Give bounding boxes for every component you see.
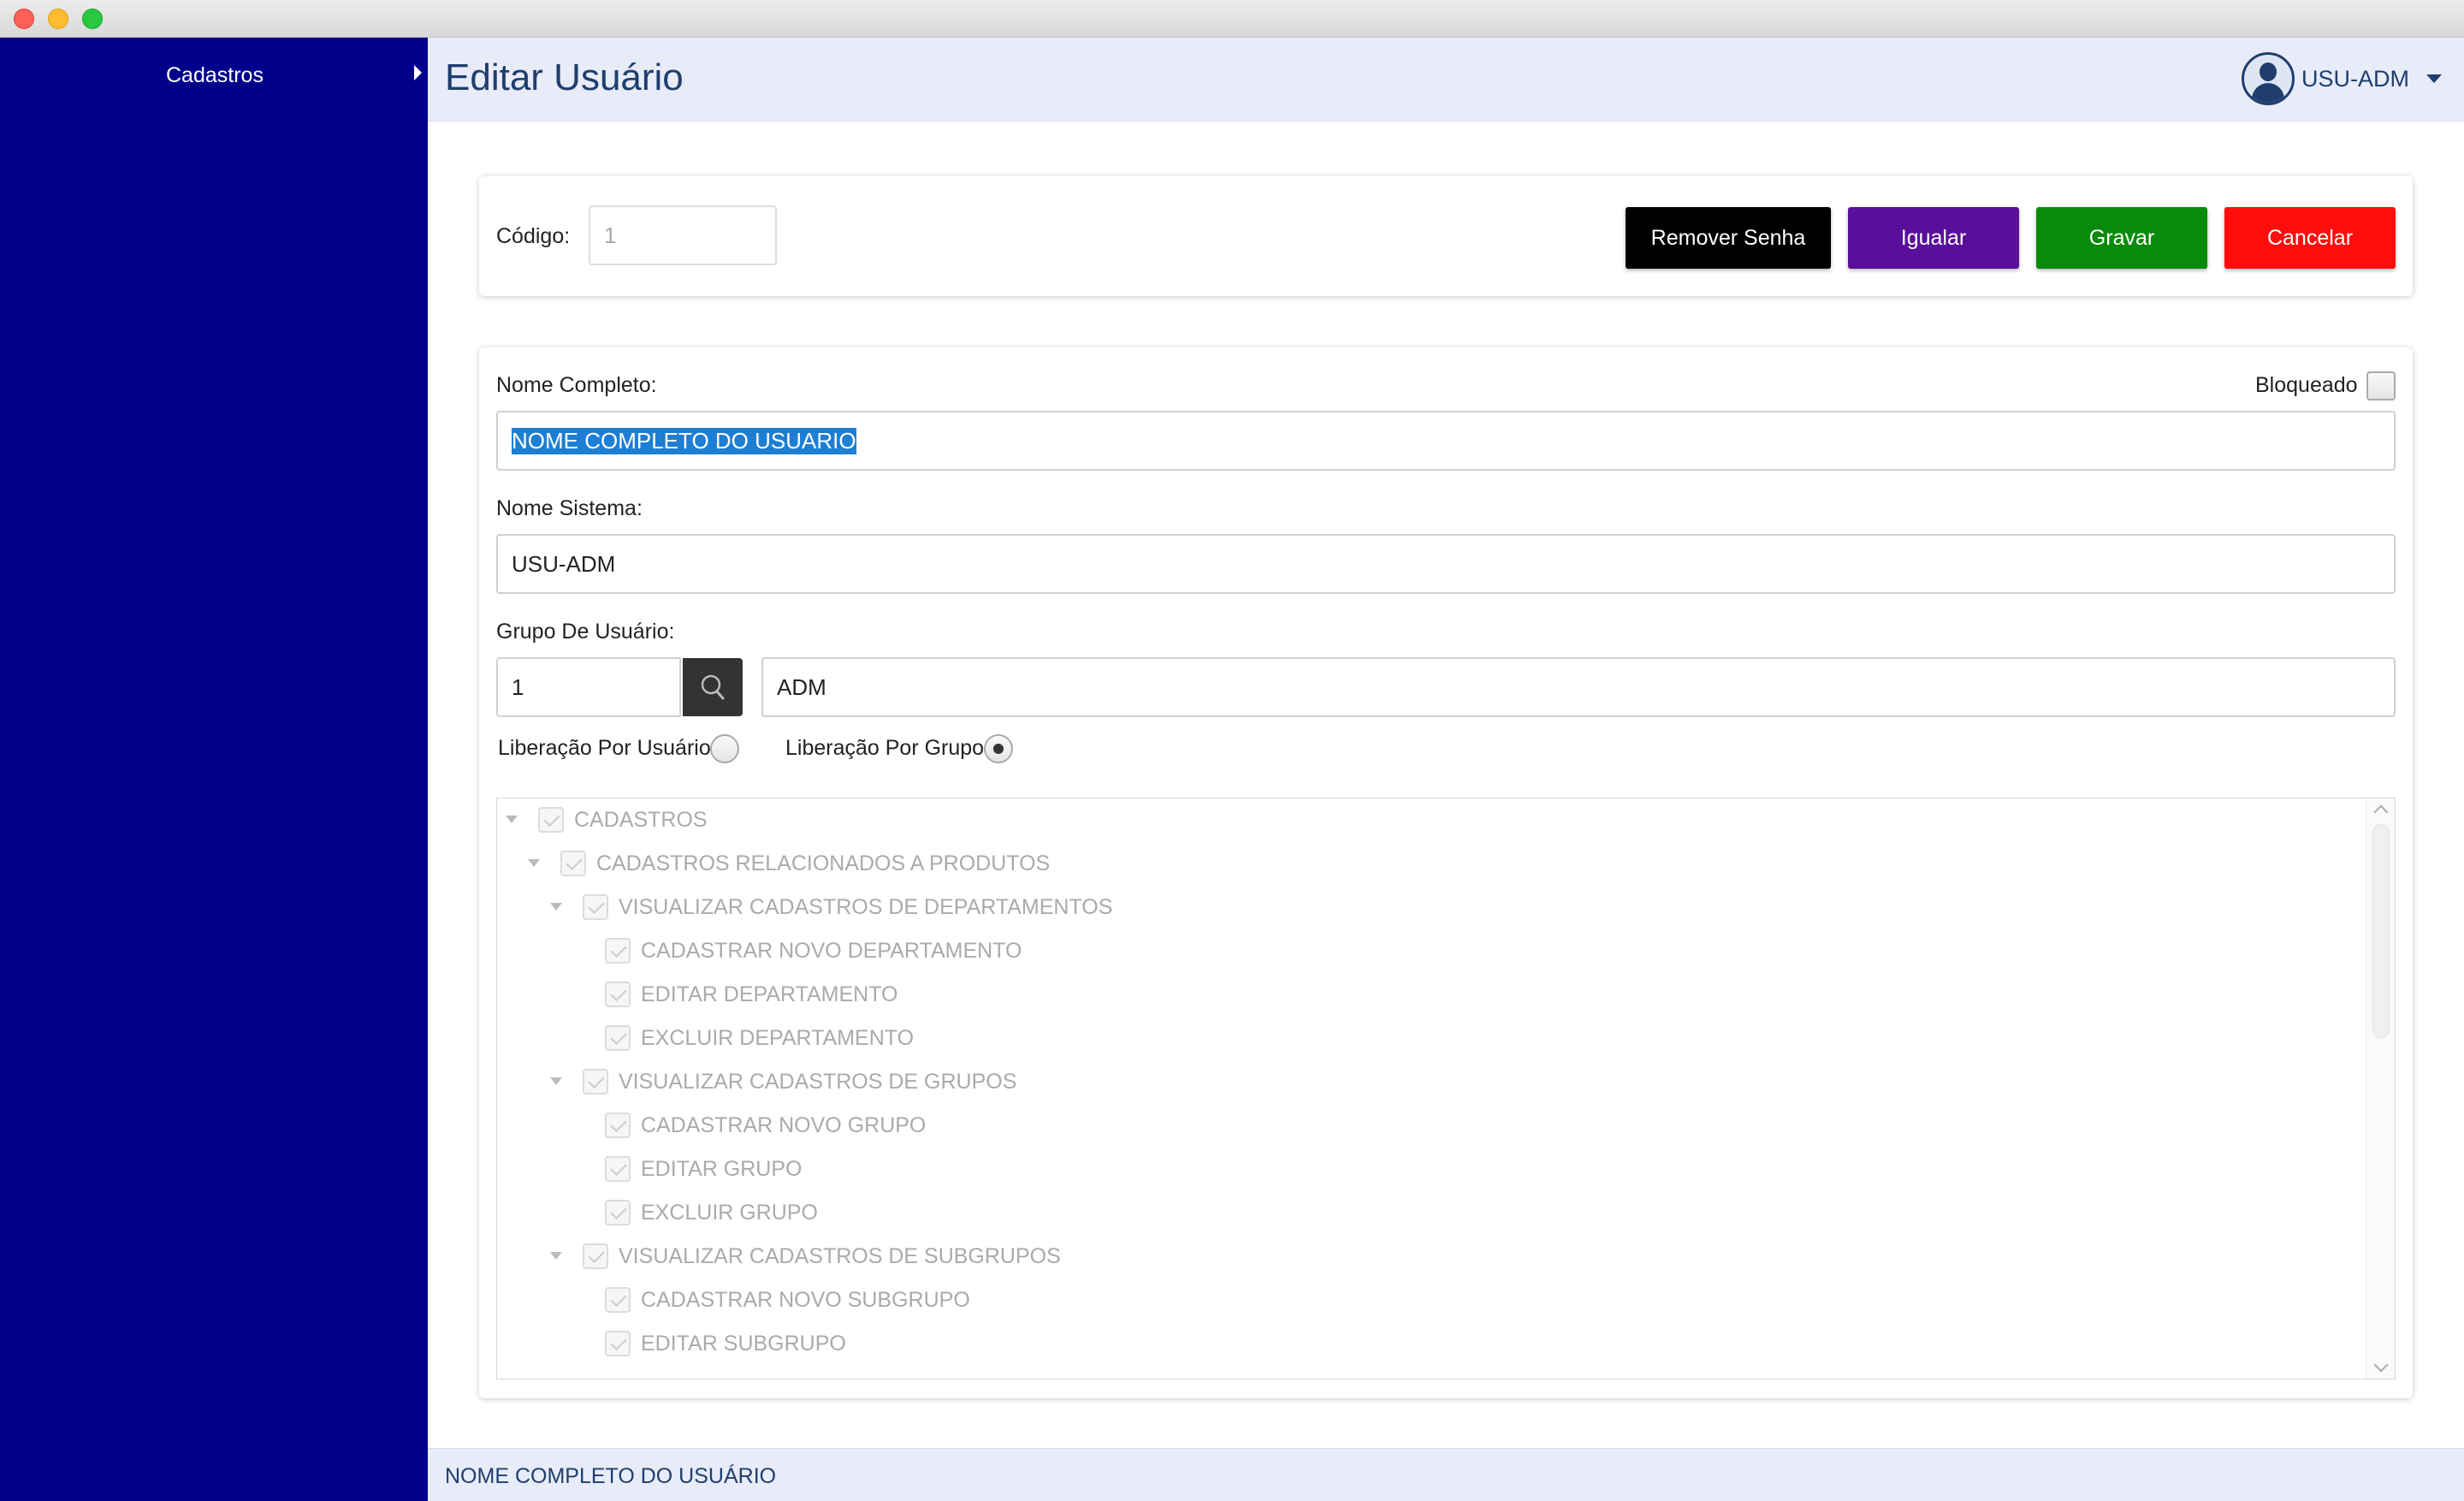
tree-item-label: EDITAR SUBGRUPO xyxy=(641,1332,846,1356)
tree-item-checkbox[interactable] xyxy=(583,1069,608,1095)
tree-item[interactable]: CADASTROS xyxy=(497,798,2345,842)
page-title: Editar Usuário xyxy=(445,56,684,98)
nome-sistema-label: Nome Sistema: xyxy=(496,496,643,520)
tree-item[interactable]: CADASTROS RELACIONADOS A PRODUTOS xyxy=(497,842,2345,886)
tree-item[interactable]: VISUALIZAR CADASTROS DE DEPARTAMENTOS xyxy=(497,886,2345,929)
toolbar-card: Código: 1 Remover Senha Igualar Gravar C… xyxy=(479,176,2413,296)
nome-sistema-value: USU-ADM xyxy=(512,550,616,577)
tree-expand-icon[interactable] xyxy=(528,859,540,867)
liberacao-grupo-label: Liberação Por Grupo xyxy=(785,736,985,760)
grupo-code-value: 1 xyxy=(512,673,524,700)
tree-item-checkbox[interactable] xyxy=(583,1243,608,1269)
grupo-name-value: ADM xyxy=(777,673,826,700)
gravar-button[interactable]: Gravar xyxy=(2036,207,2207,269)
tree-item-label: VISUALIZAR CADASTROS DE SUBGRUPOS xyxy=(619,1244,1061,1268)
codigo-field: 1 xyxy=(589,205,777,265)
liberacao-usuario-label: Liberação Por Usuário xyxy=(498,736,711,760)
nome-sistema-field[interactable]: USU-ADM xyxy=(496,534,2396,594)
nome-completo-value: NOME COMPLETO DO USUARIO xyxy=(512,427,856,454)
tree-item-label: VISUALIZAR CADASTROS DE DEPARTAMENTOS xyxy=(619,895,1113,919)
search-icon xyxy=(701,674,725,700)
tree-expand-icon[interactable] xyxy=(550,1077,562,1085)
tree-item-checkbox[interactable] xyxy=(605,1112,631,1138)
tree-item[interactable]: EXCLUIR GRUPO xyxy=(497,1191,2345,1235)
tree-item[interactable]: EDITAR SUBGRUPO xyxy=(497,1322,2345,1366)
tree-item[interactable]: EDITAR DEPARTAMENTO xyxy=(497,973,2345,1017)
tree-item[interactable]: CADASTRAR NOVO GRUPO xyxy=(497,1104,2345,1148)
scroll-down-icon[interactable] xyxy=(2373,1357,2389,1373)
chevron-down-icon[interactable] xyxy=(2426,74,2442,83)
tree-item-checkbox[interactable] xyxy=(560,851,586,876)
tree-item-checkbox[interactable] xyxy=(605,982,631,1007)
grupo-name-field: ADM xyxy=(761,657,2396,717)
tree-item[interactable]: CADASTRAR NOVO DEPARTAMENTO xyxy=(497,929,2345,973)
tree-expand-icon[interactable] xyxy=(506,816,518,823)
liberacao-usuario-radio[interactable] xyxy=(710,734,739,763)
scrollbar-thumb[interactable] xyxy=(2372,824,2390,1038)
sidebar-item-cadastros[interactable]: Cadastros xyxy=(0,56,428,94)
sidebar: Cadastros xyxy=(0,38,428,1501)
tree-expand-icon[interactable] xyxy=(550,1252,562,1260)
avatar[interactable] xyxy=(2242,52,2295,105)
tree-item-label: CADASTRAR NOVO SUBGRUPO xyxy=(641,1288,970,1312)
user-menu[interactable]: USU-ADM xyxy=(2242,51,2442,106)
tree-item-checkbox[interactable] xyxy=(605,938,631,964)
tree-item-checkbox[interactable] xyxy=(583,894,608,920)
tree-item-checkbox[interactable] xyxy=(605,1331,631,1356)
tree-item[interactable]: VISUALIZAR CADASTROS DE SUBGRUPOS xyxy=(497,1235,2345,1279)
permissions-tree: CADASTROS CADASTROS RELACIONADOS A PRODUT… xyxy=(496,798,2396,1379)
tree-item-label: EXCLUIR GRUPO xyxy=(641,1201,818,1225)
remover-senha-button[interactable]: Remover Senha xyxy=(1626,207,1831,269)
zoom-window-button[interactable] xyxy=(82,9,103,29)
tree-item-checkbox[interactable] xyxy=(538,807,564,833)
tree-item-label: CADASTROS RELACIONADOS A PRODUTOS xyxy=(596,851,1051,875)
tree-item[interactable]: VISUALIZAR CADASTROS DE GRUPOS xyxy=(497,1060,2345,1104)
tree-item-checkbox[interactable] xyxy=(605,1156,631,1182)
tree-item-label: CADASTRAR NOVO DEPARTAMENTO xyxy=(641,939,1022,963)
page-header: Editar Usuário USU-ADM xyxy=(428,38,2464,122)
igualar-button[interactable]: Igualar xyxy=(1848,207,2019,269)
tree-item-checkbox[interactable] xyxy=(605,1025,631,1051)
tree-item-label: VISUALIZAR CADASTROS DE GRUPOS xyxy=(619,1070,1017,1094)
cancelar-button[interactable]: Cancelar xyxy=(2224,207,2396,269)
user-form-card: Nome Completo: Bloqueado NOME COMPLETO D… xyxy=(479,347,2413,1398)
sidebar-item-label: Cadastros xyxy=(166,63,264,87)
bloqueado-label: Bloqueado xyxy=(2255,373,2358,397)
codigo-label: Código: xyxy=(496,224,571,248)
tree-item-checkbox[interactable] xyxy=(605,1200,631,1225)
tree-item[interactable]: CADASTRAR NOVO SUBGRUPO xyxy=(497,1279,2345,1322)
nome-completo-label: Nome Completo: xyxy=(496,373,657,397)
tree-item[interactable]: EXCLUIR DEPARTAMENTO xyxy=(497,1017,2345,1060)
grupo-search-button[interactable] xyxy=(683,658,743,716)
tree-item-label: EDITAR DEPARTAMENTO xyxy=(641,982,898,1006)
window-titlebar xyxy=(0,0,2464,38)
tree-item-label: EDITAR GRUPO xyxy=(641,1157,803,1181)
tree-item-checkbox[interactable] xyxy=(605,1287,631,1313)
status-text: NOME COMPLETO DO USUÁRIO xyxy=(445,1464,777,1488)
tree-item-label: CADASTRAR NOVO GRUPO xyxy=(641,1113,927,1137)
tree-item[interactable]: EDITAR GRUPO xyxy=(497,1148,2345,1191)
nome-completo-field[interactable]: NOME COMPLETO DO USUARIO xyxy=(496,411,2396,471)
user-name[interactable]: USU-ADM xyxy=(2301,66,2409,92)
sidebar-expand-arrow-icon[interactable] xyxy=(414,65,422,80)
grupo-usuario-label: Grupo De Usuário: xyxy=(496,620,675,644)
minimize-window-button[interactable] xyxy=(48,9,68,29)
codigo-value: 1 xyxy=(604,222,617,248)
status-bar: NOME COMPLETO DO USUÁRIO xyxy=(428,1448,2464,1501)
tree-item-label: EXCLUIR DEPARTAMENTO xyxy=(641,1026,915,1050)
grupo-code-field[interactable]: 1 xyxy=(496,657,681,717)
tree-item-label: CADASTROS xyxy=(574,808,708,832)
liberacao-grupo-radio[interactable] xyxy=(984,734,1013,763)
close-window-button[interactable] xyxy=(14,9,34,29)
bloqueado-checkbox[interactable] xyxy=(2366,371,2396,400)
scroll-up-icon[interactable] xyxy=(2373,804,2389,820)
tree-expand-icon[interactable] xyxy=(550,903,562,911)
tree-scrollbar[interactable] xyxy=(2366,798,2395,1379)
